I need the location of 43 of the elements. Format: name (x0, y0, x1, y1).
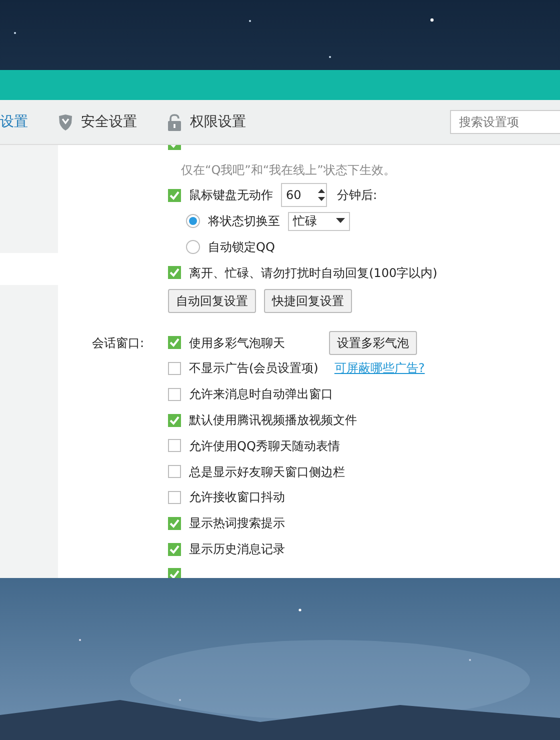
radio-label: 自动锁定QQ (208, 239, 275, 256)
checkbox-label: 显示热词搜索提示 (189, 515, 285, 532)
settings-tab[interactable]: 权限设置 (167, 112, 246, 132)
status-dropdown[interactable]: 忙碌 (288, 212, 350, 231)
bubble-settings-button[interactable]: 设置多彩气泡 (329, 330, 417, 355)
checkbox-label: 离开、忙碌、请勿打扰时自动回复(100字以内) (189, 264, 438, 282)
settings-tab[interactable]: 安全设置 (58, 112, 137, 132)
checkbox-label: 显示历史消息记录 (189, 541, 285, 558)
shield-icon (58, 114, 73, 130)
checkbox[interactable] (168, 362, 181, 375)
checkbox[interactable] (168, 568, 181, 578)
checkbox[interactable] (168, 388, 181, 401)
radio-button[interactable] (186, 214, 200, 228)
checkbox-label: 鼠标键盘无动作 (189, 187, 273, 204)
checkbox[interactable] (168, 336, 181, 350)
checkbox[interactable] (168, 516, 181, 530)
caret-icon (336, 218, 345, 224)
lock-icon (167, 114, 182, 130)
radio-label: 将状态切换至 (208, 213, 280, 230)
number-spinner[interactable]: 60 (281, 183, 327, 208)
checkbox[interactable] (168, 490, 181, 504)
radio-button[interactable] (186, 240, 200, 254)
checkbox[interactable] (168, 414, 181, 427)
hint-text: 仅在“Q我吧”和“我在线上”状态下生效。 (181, 162, 396, 179)
checkbox-label: 不显示广告(会员设置项) (189, 360, 318, 378)
checkbox-label: 允许来消息时自动弹出窗口 (189, 386, 333, 404)
section-label: 会话窗口: (92, 336, 144, 350)
checkbox[interactable] (168, 465, 181, 478)
reply-settings-button[interactable]: 快捷回复设置 (264, 288, 352, 313)
checkbox[interactable] (168, 439, 181, 452)
unit-label: 分钟后: (337, 187, 378, 204)
checkbox-label: 允许使用QQ秀聊天随动表情 (189, 438, 340, 455)
settings-tab[interactable]: 设置 (0, 112, 28, 132)
checkbox-label: 允许接收窗口抖动 (189, 489, 285, 506)
checkbox-label: 默认使用腾讯视频播放视频文件 (189, 412, 357, 430)
checkbox-label: 总是显示好友聊天窗口侧边栏 (189, 464, 345, 481)
checkbox[interactable] (168, 542, 181, 556)
reply-settings-button[interactable]: 自动回复设置 (168, 288, 256, 313)
search-field[interactable]: 搜索设置项 (450, 110, 560, 134)
checkbox-label: 使用多彩气泡聊天 (189, 334, 285, 352)
checkbox[interactable] (168, 266, 181, 280)
spin-arrows-icon[interactable] (317, 187, 326, 204)
checkbox[interactable] (168, 188, 181, 202)
